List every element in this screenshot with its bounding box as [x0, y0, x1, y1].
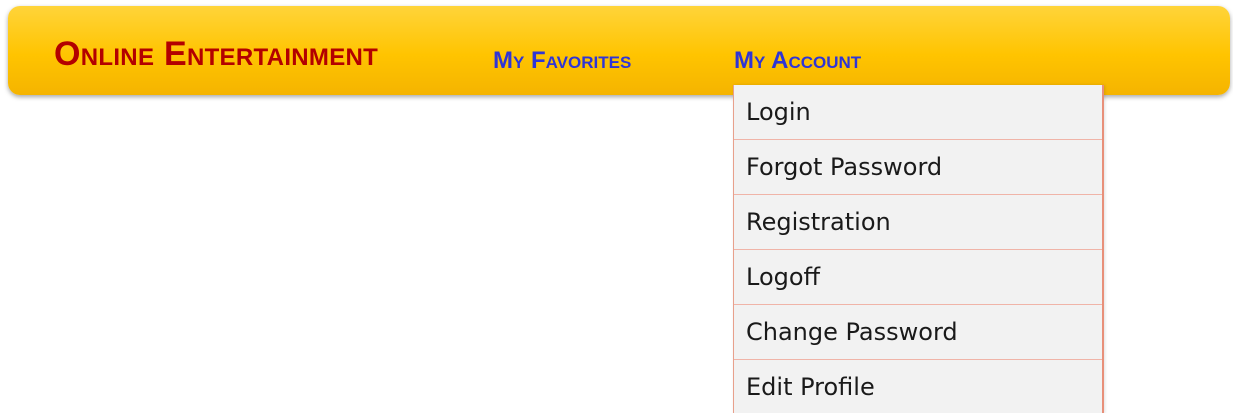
brand-logo-link[interactable]: Online Entertainment [54, 36, 378, 72]
nav-my-favorites[interactable]: My Favorites [493, 48, 631, 74]
menu-item-edit-profile[interactable]: Edit Profile [734, 360, 1102, 413]
menu-item-registration[interactable]: Registration [734, 195, 1102, 250]
top-navbar: Online Entertainment My Favorites My Acc… [8, 6, 1230, 95]
account-dropdown-menu: Login Forgot Password Registration Logof… [733, 85, 1104, 413]
menu-item-logoff[interactable]: Logoff [734, 250, 1102, 305]
menu-item-change-password[interactable]: Change Password [734, 305, 1102, 360]
menu-item-forgot-password[interactable]: Forgot Password [734, 140, 1102, 195]
nav-my-account[interactable]: My Account [734, 48, 861, 74]
page: Online Entertainment My Favorites My Acc… [0, 0, 1233, 413]
menu-item-login[interactable]: Login [734, 85, 1102, 140]
